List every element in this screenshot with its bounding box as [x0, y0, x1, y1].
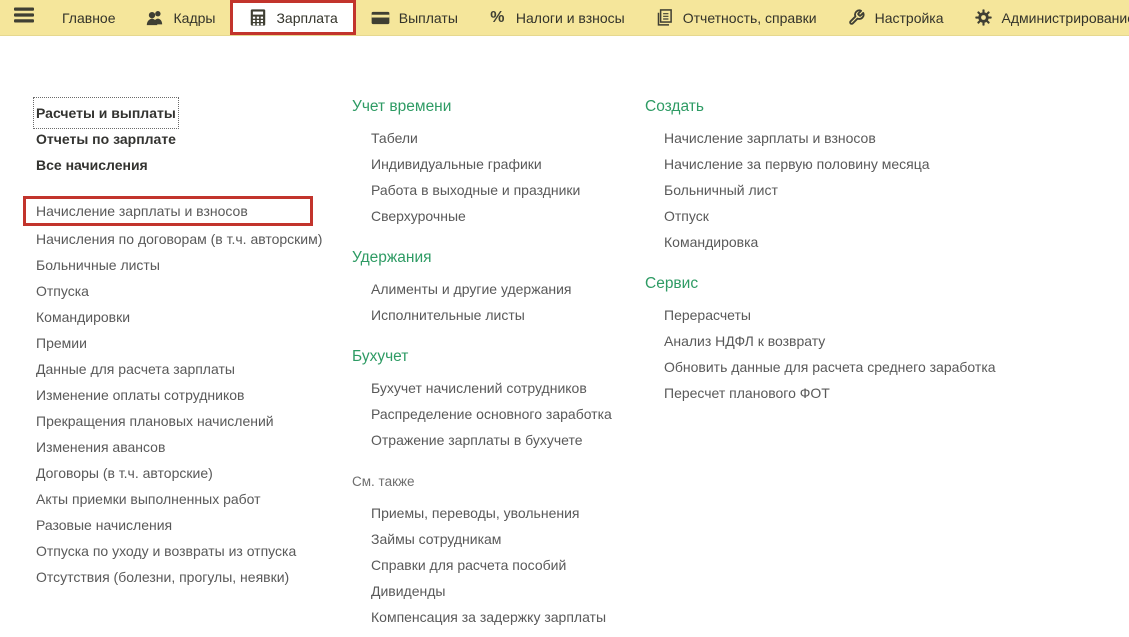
menu-item-highlighted[interactable]: Начисление зарплаты и взносов	[23, 196, 313, 226]
menu-item-label: Все начисления	[36, 152, 148, 178]
app-window: Главное Кадры Зарплата Выплаты% Налоги и взн…	[0, 0, 1129, 637]
menu-item[interactable]: Прекращения плановых начислений	[36, 408, 336, 434]
menu-item[interactable]: Работа в выходные и праздники	[371, 177, 632, 203]
tab-taxes[interactable]: % Налоги и взносы	[473, 0, 640, 35]
menu-item[interactable]: Начисление зарплаты и взносов	[664, 125, 1045, 151]
section-title: Создать	[645, 96, 1045, 118]
menu-item[interactable]: Отпуска	[36, 278, 336, 304]
people-icon	[146, 10, 165, 26]
menu-item[interactable]: Бухучет начислений сотрудников	[371, 375, 632, 401]
menu-item[interactable]: Больничные листы	[36, 252, 336, 278]
menu-item-label: Расчеты и выплаты	[36, 100, 176, 126]
menu-item[interactable]: Командировка	[664, 229, 1045, 255]
menu-item[interactable]: Изменения авансов	[36, 434, 336, 460]
menu-item[interactable]: Обновить данные для расчета среднего зар…	[664, 354, 1045, 380]
menu-item[interactable]: Отсутствия (болезни, прогулы, неявки)	[36, 564, 336, 590]
menu-item[interactable]: Займы сотрудникам	[371, 526, 632, 552]
menu-item[interactable]: Начисление за первую половину месяца	[664, 151, 1045, 177]
menu-item[interactable]: Договоры (в т.ч. авторские)	[36, 460, 336, 486]
tab-label: Отчетность, справки	[683, 10, 817, 26]
menu-item[interactable]: Компенсация за задержку зарплаты	[371, 604, 632, 630]
tab-label: Настройка	[875, 10, 944, 26]
menu-item[interactable]: Исполнительные листы	[371, 302, 632, 328]
tab-reporting[interactable]: Отчетность, справки	[640, 0, 832, 35]
section-items: Алименты и другие удержанияИсполнительны…	[352, 276, 632, 328]
menu-item[interactable]: Справки для расчета пособий	[371, 552, 632, 578]
section-items: Начисление зарплаты и взносовНачисление …	[645, 125, 1045, 255]
section-title: Учет времени	[352, 96, 632, 118]
menu-section: Создать Начисление зарплаты и взносовНачи…	[645, 96, 1045, 255]
menu-item[interactable]: Распределение основного заработка	[371, 401, 632, 427]
menu-section: Учет времени ТабелиИндивидуальные графики…	[352, 96, 632, 229]
middle-column: Учет времени ТабелиИндивидуальные графики…	[352, 96, 632, 637]
tab-label: Администрирование	[1002, 10, 1129, 26]
tab-label: Налоги и взносы	[516, 10, 625, 26]
menu-item[interactable]: Дивиденды	[371, 578, 632, 604]
menu-item[interactable]: Отпуска по уходу и возвраты из отпуска	[36, 538, 336, 564]
right-column: Создать Начисление зарплаты и взносовНачи…	[645, 96, 1045, 424]
menu-item[interactable]: Премии	[36, 330, 336, 356]
menu-item[interactable]: Начисления по договорам (в т.ч. авторски…	[36, 226, 336, 252]
tab-label: Выплаты	[399, 10, 458, 26]
wrench-icon	[847, 9, 866, 26]
menu-item[interactable]: Данные для расчета зарплаты	[36, 356, 336, 382]
menu-item[interactable]: Изменение оплаты сотрудников	[36, 382, 336, 408]
tab-label: Главное	[62, 10, 116, 26]
tab-main[interactable]: Главное	[47, 0, 131, 35]
salary-section-menu: Расчеты и выплатыОтчеты по зарплатеВсе н…	[0, 37, 1129, 637]
menu-item[interactable]: Больничный лист	[664, 177, 1045, 203]
tab-label: Зарплата	[276, 10, 337, 26]
main-menu-button[interactable]	[0, 0, 47, 35]
section-items: ТабелиИндивидуальные графикиРабота в вых…	[352, 125, 632, 229]
section-title: Удержания	[352, 247, 632, 269]
tab-administration[interactable]: Администрирование	[959, 0, 1129, 35]
tab-settings[interactable]: Настройка	[832, 0, 959, 35]
menu-item[interactable]: Алименты и другие удержания	[371, 276, 632, 302]
tab-label: Кадры	[174, 10, 216, 26]
menu-section: Удержания Алименты и другие удержанияИспо…	[352, 247, 632, 328]
menu-item[interactable]: Разовые начисления	[36, 512, 336, 538]
menu-section: Сервис ПерерасчетыАнализ НДФЛ к возвратуО…	[645, 273, 1045, 406]
menu-item[interactable]: Приемы, переводы, увольнения	[371, 500, 632, 526]
menu-item[interactable]: Командировки	[36, 304, 336, 330]
documents-icon	[655, 9, 674, 26]
calculator-icon	[248, 9, 267, 26]
section-items: Приемы, переводы, увольненияЗаймы сотруд…	[352, 500, 632, 630]
menu-item[interactable]: Акты приемки выполненных работ	[36, 486, 336, 512]
section-title: См. также	[352, 471, 632, 493]
topbar: Главное Кадры Зарплата Выплаты% Налоги и взн…	[0, 0, 1129, 36]
card-icon	[371, 11, 390, 25]
section-title: Бухучет	[352, 346, 632, 368]
gear-icon	[974, 9, 993, 26]
percent-icon: %	[488, 10, 507, 26]
hamburger-icon	[14, 7, 34, 28]
left-menu-command[interactable]: Отчеты по зарплате	[36, 126, 336, 152]
left-column: Расчеты и выплатыОтчеты по зарплатеВсе н…	[36, 100, 336, 590]
left-menu-command[interactable]: Расчеты и выплаты	[36, 100, 336, 126]
menu-item[interactable]: Отражение зарплаты в бухучете	[371, 427, 632, 453]
section-tabs: Главное Кадры Зарплата Выплаты% Налоги и взн…	[47, 0, 1129, 35]
section-title: Сервис	[645, 273, 1045, 295]
tab-salary[interactable]: Зарплата	[230, 0, 355, 35]
menu-item[interactable]: Индивидуальные графики	[371, 151, 632, 177]
menu-item[interactable]: Табели	[371, 125, 632, 151]
section-items: Бухучет начислений сотрудниковРаспределе…	[352, 375, 632, 453]
menu-item[interactable]: Сверхурочные	[371, 203, 632, 229]
left-menu-command[interactable]: Все начисления	[36, 152, 336, 178]
menu-item[interactable]: Отпуск	[664, 203, 1045, 229]
group-divider	[36, 178, 336, 196]
menu-item[interactable]: Анализ НДФЛ к возврату	[664, 328, 1045, 354]
tab-payments[interactable]: Выплаты	[356, 0, 473, 35]
menu-item[interactable]: Перерасчеты	[664, 302, 1045, 328]
menu-section: См. также Приемы, переводы, увольненияЗай…	[352, 471, 632, 630]
menu-item[interactable]: Пересчет планового ФОТ	[664, 380, 1045, 406]
menu-section: Бухучет Бухучет начислений сотрудниковРас…	[352, 346, 632, 453]
tab-personnel[interactable]: Кадры	[131, 0, 231, 35]
section-items: ПерерасчетыАнализ НДФЛ к возвратуОбновит…	[645, 302, 1045, 406]
menu-item-label: Отчеты по зарплате	[36, 126, 176, 152]
